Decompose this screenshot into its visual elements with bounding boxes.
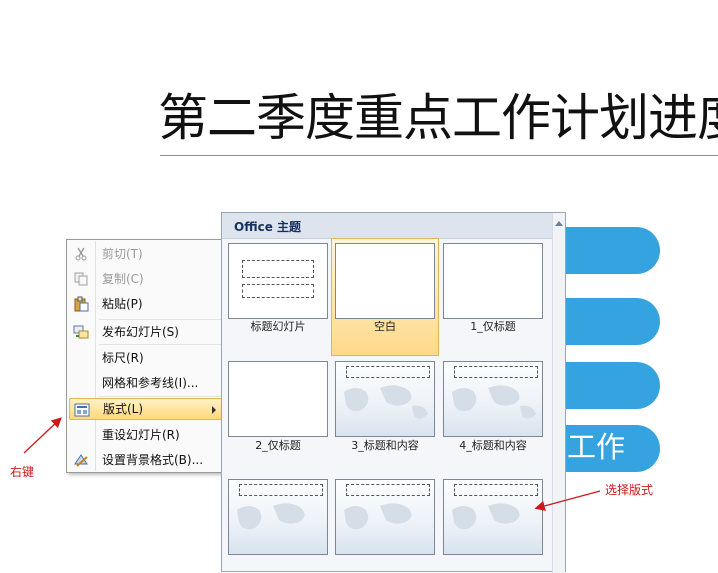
arrow-to-gallery [534, 490, 601, 511]
annotation-choose-layout: 选择版式 [605, 483, 654, 497]
annotation-arrows [23, 417, 601, 511]
annotation-right-click: 右键 [10, 465, 35, 479]
arrow-to-layout-item [23, 417, 62, 454]
